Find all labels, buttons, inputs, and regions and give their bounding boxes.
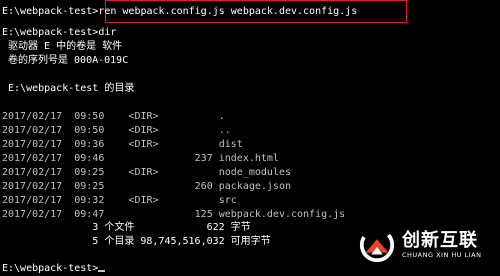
prompt-ren-command: E:\webpack-test>ren webpack.config.js we… [2,6,358,17]
prompt-dir-command: E:\webpack-test>dir [2,27,117,38]
volume-serial-line: 卷的序列号是 000A-019C [2,55,129,66]
watermark-name-en: CHUANG XIN HU LIAN [402,250,482,259]
text-cursor [98,270,106,272]
prompt-line[interactable]: E:\webpack-test> [2,262,106,275]
dir-count-summary: 5 个目录 98,745,516,032 可用字节 [2,236,271,247]
dir-entry-package-json: 2017/02/17 09:25 260 package.json [2,181,291,192]
file-count-summary: 3 个文件 622 字节 [2,222,251,233]
dir-entry-parent: 2017/02/17 09:50 <DIR> .. [2,125,231,136]
dir-entry-index-html: 2017/02/17 09:46 237 index.html [2,153,279,164]
dir-entry-src: 2017/02/17 09:32 <DIR> src [2,195,237,206]
dir-entry-webpack-dev-config: 2017/02/17 09:47 125 webpack.dev.config.… [2,209,346,220]
dir-entry-node-modules: 2017/02/17 09:25 <DIR> node_modules [2,167,291,178]
volume-label-line: 驱动器 E 中的卷是 软件 [2,41,123,52]
dir-entry-current: 2017/02/17 09:50 <DIR> . [2,111,225,122]
directory-of-line: E:\webpack-test 的目录 [2,83,135,94]
watermark-logo: 创新互联 CHUANG XIN HU LIAN [354,222,494,268]
prompt-text: E:\webpack-test> [2,263,99,274]
watermark-name-cn: 创新互联 [402,229,478,251]
dir-entry-dist: 2017/02/17 09:36 <DIR> dist [2,139,243,150]
chuangxin-logo-icon [359,227,395,263]
console-window[interactable]: E:\webpack-test>ren webpack.config.js we… [0,0,500,276]
